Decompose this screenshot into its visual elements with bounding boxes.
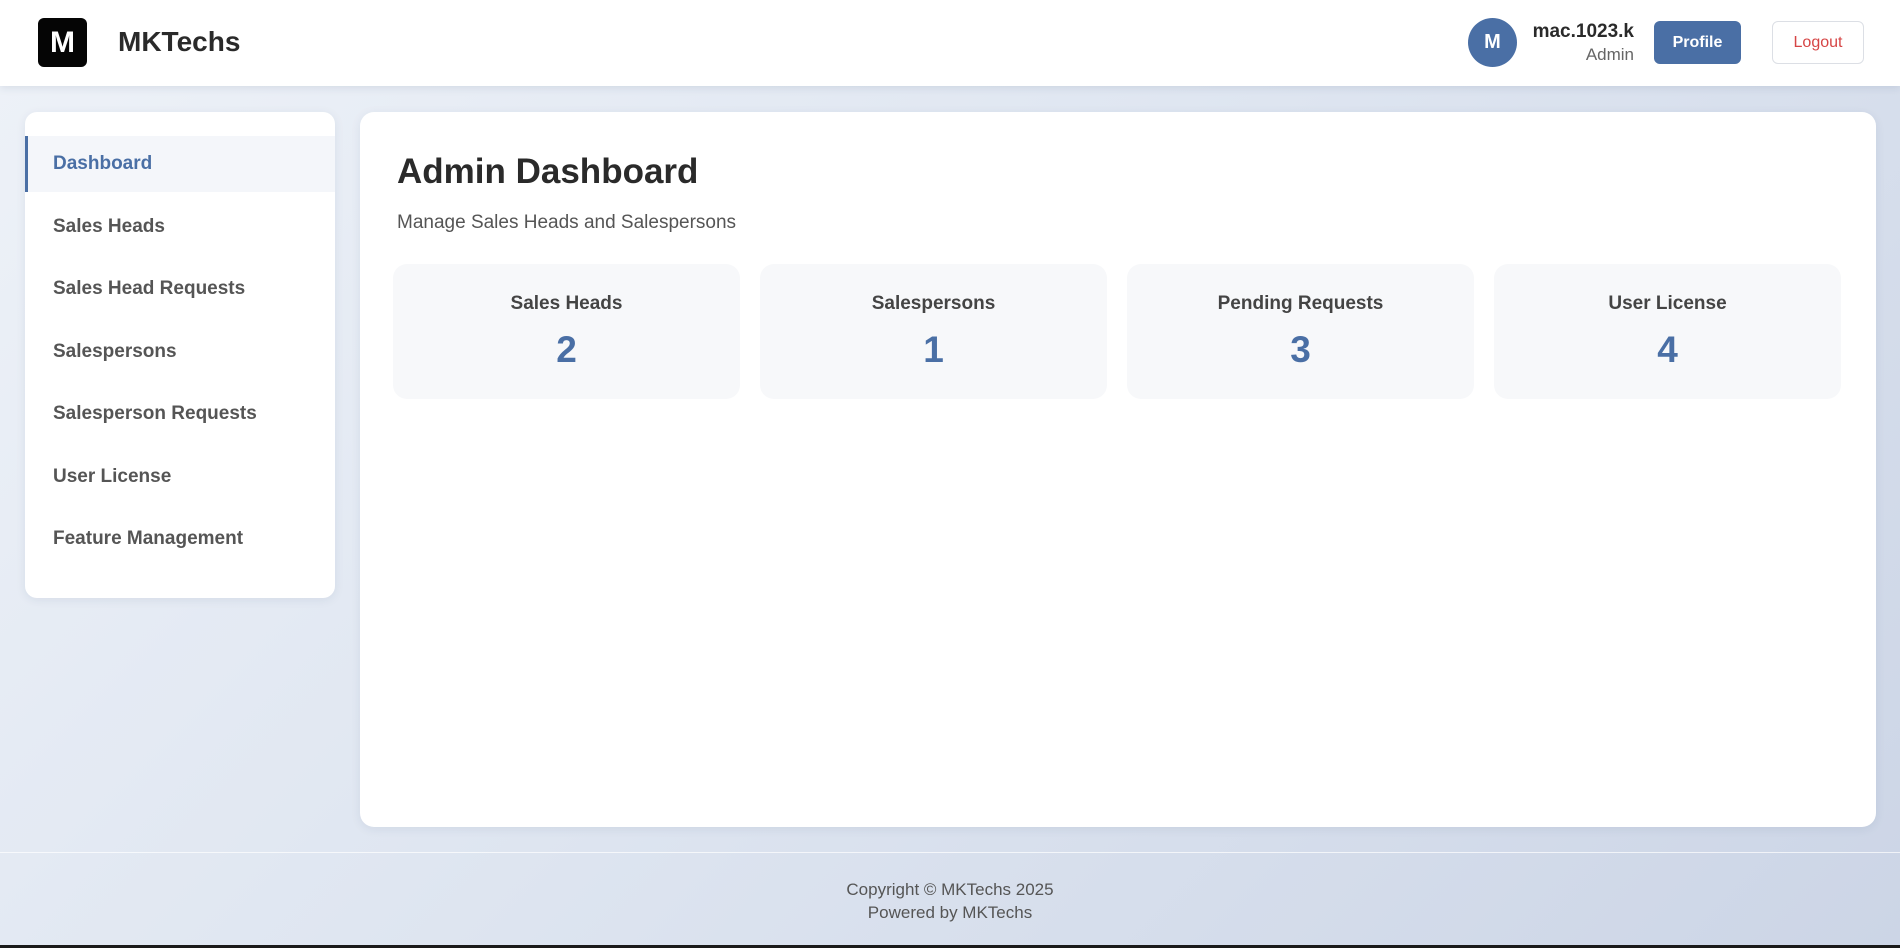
logout-button[interactable]: Logout <box>1772 21 1864 64</box>
user-info: mac.1023.k Admin <box>1528 20 1634 66</box>
page-title: Admin Dashboard <box>397 152 699 191</box>
sidebar-item-salesperson-requests[interactable]: Salesperson Requests <box>25 386 335 442</box>
footer-divider <box>0 852 1900 853</box>
stats-row: Sales Heads 2 Salespersons 1 Pending Req… <box>393 264 1841 399</box>
brand-name[interactable]: MKTechs <box>118 26 240 58</box>
profile-button[interactable]: Profile <box>1654 21 1741 64</box>
footer-powered-by: Powered by MKTechs <box>867 903 1033 922</box>
sidebar-item-dashboard[interactable]: Dashboard <box>25 136 335 192</box>
avatar: M <box>1468 18 1517 67</box>
sidebar-item-user-license[interactable]: User License <box>25 449 335 505</box>
user-name: mac.1023.k <box>1532 21 1634 42</box>
stat-label: User License <box>1608 293 1727 314</box>
stat-label: Salespersons <box>871 293 996 314</box>
stat-value: 3 <box>1290 329 1311 370</box>
sidebar-item-sales-head-requests[interactable]: Sales Head Requests <box>25 261 335 317</box>
stat-card-user-license: User License 4 <box>1494 264 1841 399</box>
user-role: Admin <box>1585 45 1634 64</box>
sidebar: Dashboard Sales Heads Sales Head Request… <box>25 112 335 598</box>
stat-card-pending-requests: Pending Requests 3 <box>1127 264 1474 399</box>
stat-label: Sales Heads <box>510 293 623 314</box>
page-subtitle: Manage Sales Heads and Salespersons <box>397 212 737 233</box>
stat-value: 4 <box>1657 329 1678 370</box>
sidebar-item-salespersons[interactable]: Salespersons <box>25 324 335 380</box>
sidebar-item-sales-heads[interactable]: Sales Heads <box>25 199 335 255</box>
logo-icon[interactable]: M <box>38 18 87 67</box>
stat-value: 1 <box>923 329 944 370</box>
footer-copyright: Copyright © MKTechs 2025 <box>846 880 1054 899</box>
stat-label: Pending Requests <box>1217 293 1384 314</box>
stat-card-sales-heads: Sales Heads 2 <box>393 264 740 399</box>
stat-value: 2 <box>556 329 577 370</box>
main-panel: Admin Dashboard Manage Sales Heads and S… <box>360 112 1876 827</box>
stat-card-salespersons: Salespersons 1 <box>760 264 1107 399</box>
footer: Copyright © MKTechs 2025 Powered by MKTe… <box>0 878 1900 924</box>
sidebar-item-feature-management[interactable]: Feature Management <box>25 511 335 567</box>
top-header: M MKTechs M mac.1023.k Admin Profile Log… <box>0 0 1900 86</box>
